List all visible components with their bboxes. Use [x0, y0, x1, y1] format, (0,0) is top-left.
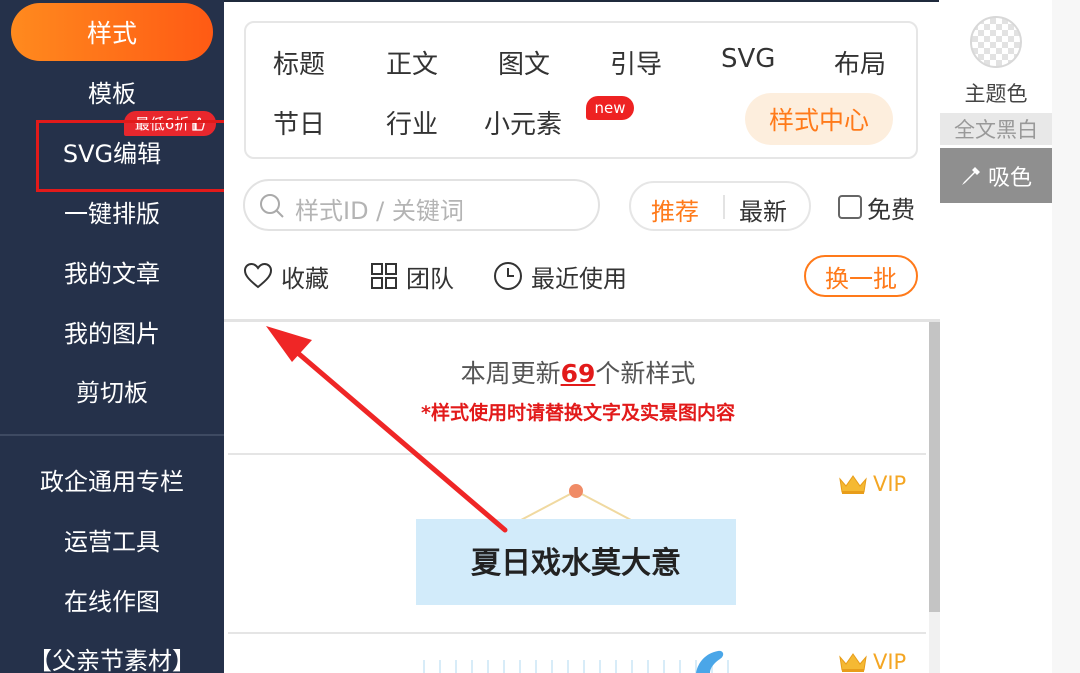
search-input[interactable]: 样式ID / 关键词: [243, 179, 600, 231]
color-picker-button[interactable]: 吸色: [940, 148, 1052, 203]
update-prefix: 本周更新: [460, 359, 561, 388]
card-divider: [228, 632, 926, 634]
crown-icon: [839, 475, 867, 494]
recent-link[interactable]: 最近使用: [493, 256, 627, 296]
theme-color-swatch[interactable]: [970, 16, 1022, 68]
category-layout[interactable]: 布局: [834, 44, 886, 81]
toolbar-divider: [224, 319, 940, 322]
black-white-button[interactable]: 全文黑白: [940, 113, 1052, 145]
style-center-button[interactable]: 样式中心: [745, 93, 893, 145]
favorites-label: 收藏: [281, 264, 329, 293]
scrollbar-thumb[interactable]: [929, 322, 940, 612]
sidebar-item-ops-tools[interactable]: 运营工具: [0, 514, 224, 564]
crown-icon: [839, 653, 867, 672]
refresh-button[interactable]: 换一批: [804, 255, 918, 297]
sort-toggle: 推荐 最新: [629, 181, 811, 231]
category-svg[interactable]: SVG: [721, 44, 775, 74]
team-link[interactable]: 团队: [370, 256, 454, 296]
vip-badge: VIP: [838, 650, 906, 673]
eyedropper-icon: [961, 166, 980, 185]
favorites-link[interactable]: 收藏: [243, 256, 329, 296]
weekly-update-text: 本周更新69个新样式: [228, 354, 928, 390]
sidebar-item-my-images[interactable]: 我的图片: [0, 306, 224, 356]
sidebar-item-fathers-day[interactable]: 【父亲节素材】: [0, 633, 224, 673]
highlight-box: [36, 120, 234, 192]
category-image-text[interactable]: 图文: [498, 44, 550, 81]
sort-divider: [723, 195, 725, 219]
vip-label: VIP: [873, 472, 907, 496]
free-checkbox[interactable]: [838, 195, 862, 219]
sort-recommend[interactable]: 推荐: [651, 192, 699, 227]
update-suffix: 个新样式: [595, 359, 696, 388]
category-industry[interactable]: 行业: [386, 104, 438, 141]
category-title[interactable]: 标题: [273, 44, 325, 81]
sidebar-divider: [0, 434, 224, 436]
category-small-elements[interactable]: 小元素: [484, 104, 562, 141]
recent-label: 最近使用: [531, 264, 627, 293]
free-label[interactable]: 免费: [867, 190, 915, 225]
sidebar-item-my-articles[interactable]: 我的文章: [0, 246, 224, 296]
update-count: 69: [560, 359, 596, 388]
heart-icon: [243, 262, 273, 289]
sidebar-item-template[interactable]: 模板: [0, 66, 224, 116]
vip-badge: VIP: [838, 472, 906, 496]
color-picker-label: 吸色: [987, 165, 1032, 191]
sidebar-item-style[interactable]: 样式: [11, 3, 213, 61]
new-badge: new: [586, 96, 634, 120]
grid-icon: [371, 263, 397, 289]
top-border: [224, 0, 939, 2]
sidebar-item-online-drawing[interactable]: 在线作图: [0, 574, 224, 624]
search-icon: [260, 194, 284, 218]
style-card-title: 夏日戏水莫大意: [471, 546, 681, 581]
search-placeholder: 样式ID / 关键词: [295, 197, 464, 225]
card-divider: [228, 453, 926, 455]
ruler-decoration: [423, 650, 729, 673]
team-label: 团队: [406, 264, 454, 293]
sidebar-item-clipboard[interactable]: 剪切板: [0, 365, 224, 415]
sidebar-item-gov-column[interactable]: 政企通用专栏: [0, 454, 224, 504]
sidebar-item-one-click-layout[interactable]: 一键排版: [0, 186, 224, 236]
vip-label: VIP: [873, 650, 907, 673]
update-note: *样式使用时请替换文字及实景图内容: [421, 402, 735, 424]
category-body[interactable]: 正文: [386, 44, 438, 81]
clock-icon: [494, 262, 522, 290]
theme-color-label[interactable]: 主题色: [940, 78, 1052, 108]
category-holiday[interactable]: 节日: [273, 104, 325, 141]
sort-latest[interactable]: 最新: [739, 192, 787, 227]
category-guide[interactable]: 引导: [610, 44, 662, 81]
